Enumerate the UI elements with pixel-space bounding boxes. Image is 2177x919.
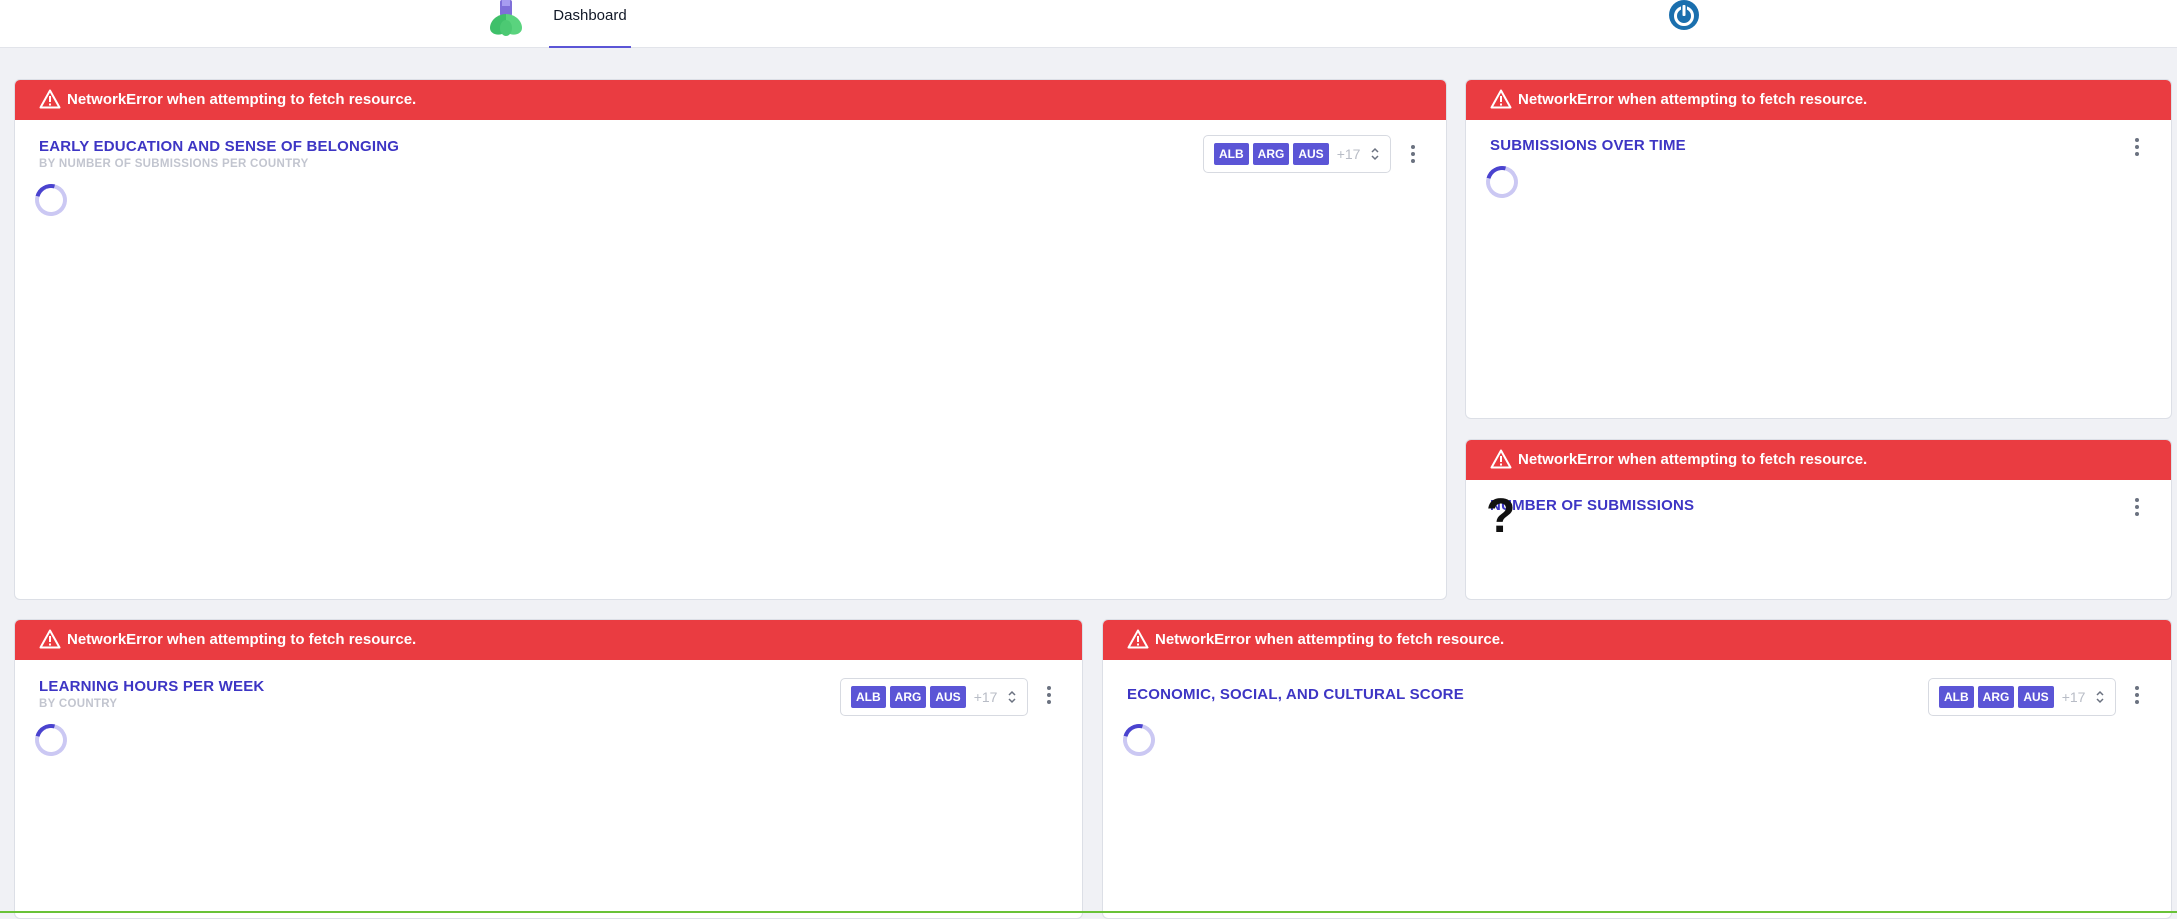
card-title: ECONOMIC, SOCIAL, AND CULTURAL SCORE — [1127, 686, 1464, 703]
country-tag[interactable]: AUS — [1293, 143, 1329, 165]
error-banner: NetworkError when attempting to fetch re… — [1466, 440, 2171, 480]
card-title: LEARNING HOURS PER WEEK — [39, 678, 265, 695]
submissions-count-value: ? — [1486, 490, 1516, 543]
error-banner: NetworkError when attempting to fetch re… — [15, 80, 1446, 120]
error-message: NetworkError when attempting to fetch re… — [1155, 631, 1505, 648]
more-options-icon[interactable] — [2127, 135, 2147, 159]
loading-spinner — [1480, 160, 1524, 204]
country-filter-select[interactable]: ALB ARG AUS +17 — [840, 678, 1028, 716]
country-tag[interactable]: AUS — [930, 686, 966, 708]
card-subtitle: BY COUNTRY — [39, 698, 118, 710]
country-filter-select[interactable]: ALB ARG AUS +17 — [1203, 135, 1391, 173]
warning-icon — [39, 89, 61, 109]
country-tag[interactable]: ARG — [1252, 143, 1290, 165]
country-tag[interactable]: ALB — [1939, 686, 1974, 708]
card-title: SUBMISSIONS OVER TIME — [1490, 137, 1686, 154]
error-banner: NetworkError when attempting to fetch re… — [1103, 620, 2171, 660]
loading-spinner — [29, 178, 73, 222]
loading-spinner — [29, 718, 73, 762]
error-message: NetworkError when attempting to fetch re… — [1518, 451, 1868, 468]
warning-icon — [39, 629, 61, 649]
card-number-of-submissions: NetworkError when attempting to fetch re… — [1465, 439, 2172, 600]
more-count: +17 — [973, 689, 998, 705]
error-message: NetworkError when attempting to fetch re… — [1518, 91, 1868, 108]
more-options-icon[interactable] — [2127, 495, 2147, 519]
more-options-icon[interactable] — [2127, 683, 2147, 707]
tulip-logo-icon[interactable] — [486, 0, 526, 36]
chevron-up-down-icon — [1008, 690, 1016, 704]
country-tag[interactable]: ALB — [851, 686, 886, 708]
warning-icon — [1490, 449, 1512, 469]
card-economic-social-cultural-score: NetworkError when attempting to fetch re… — [1102, 619, 2172, 919]
card-title: EARLY EDUCATION AND SENSE OF BELONGING — [39, 138, 400, 155]
error-message: NetworkError when attempting to fetch re… — [67, 91, 417, 108]
country-tag[interactable]: AUS — [2018, 686, 2054, 708]
more-count: +17 — [1336, 146, 1361, 162]
more-options-icon[interactable] — [1403, 142, 1423, 166]
error-banner: NetworkError when attempting to fetch re… — [1466, 80, 2171, 120]
warning-icon — [1127, 629, 1149, 649]
chevron-up-down-icon — [2096, 690, 2104, 704]
country-tag[interactable]: ARG — [889, 686, 927, 708]
error-message: NetworkError when attempting to fetch re… — [67, 631, 417, 648]
card-learning-hours: NetworkError when attempting to fetch re… — [14, 619, 1083, 919]
power-icon[interactable] — [1667, 0, 1701, 32]
card-subtitle: BY NUMBER OF SUBMISSIONS PER COUNTRY — [39, 158, 309, 170]
country-tag[interactable]: ARG — [1977, 686, 2015, 708]
loading-spinner — [1117, 718, 1161, 762]
card-submissions-over-time: NetworkError when attempting to fetch re… — [1465, 79, 2172, 419]
country-tag[interactable]: ALB — [1214, 143, 1249, 165]
card-title: NUMBER OF SUBMISSIONS — [1490, 497, 1695, 514]
error-banner: NetworkError when attempting to fetch re… — [15, 620, 1082, 660]
more-count: +17 — [2061, 689, 2086, 705]
more-options-icon[interactable] — [1039, 683, 1059, 707]
chevron-up-down-icon — [1371, 147, 1379, 161]
country-filter-select[interactable]: ALB ARG AUS +17 — [1928, 678, 2116, 716]
tab-dashboard[interactable]: Dashboard — [549, 0, 631, 48]
card-early-education: NetworkError when attempting to fetch re… — [14, 79, 1447, 600]
warning-icon — [1490, 89, 1512, 109]
top-navigation-bar: Dashboard — [0, 0, 2177, 48]
